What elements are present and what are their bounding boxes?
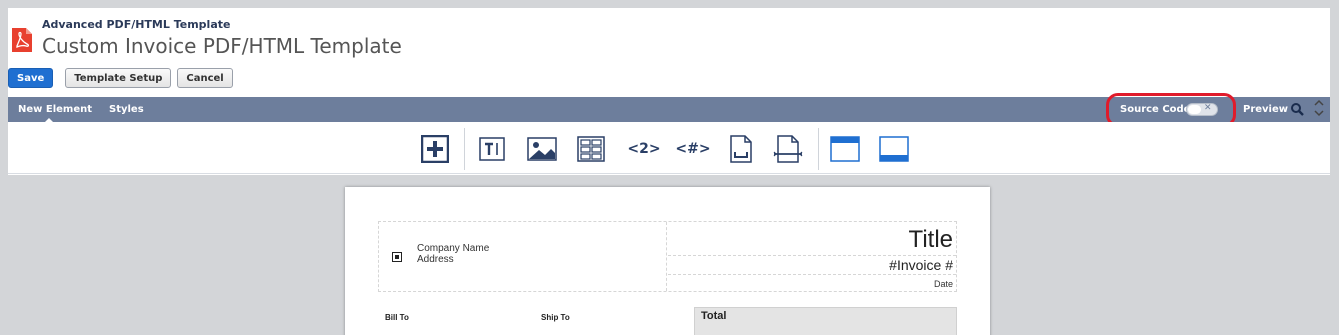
toolbar-separator — [818, 128, 819, 170]
magnifier-icon[interactable] — [1290, 102, 1304, 116]
table-icon[interactable] — [576, 134, 606, 164]
company-cell[interactable]: Company Name Address — [379, 222, 667, 291]
page-header: Advanced PDF/HTML Template Custom Invoic… — [8, 8, 1330, 96]
company-block: Company Name Address — [417, 243, 489, 265]
element-toolbar: <2> <#> — [8, 122, 1330, 174]
header-table[interactable]: Company Name Address Title #Invoice # Da… — [378, 221, 957, 292]
title-column: Title #Invoice # Date — [668, 222, 956, 291]
document-page[interactable]: Company Name Address Title #Invoice # Da… — [345, 187, 990, 335]
template-canvas: Company Name Address Title #Invoice # Da… — [8, 175, 1330, 335]
document-title[interactable]: Title — [668, 222, 956, 256]
chevron-up-down-icon[interactable] — [1314, 98, 1324, 118]
footer-layout-icon[interactable] — [879, 134, 909, 164]
add-element-icon[interactable] — [420, 134, 450, 164]
invoice-number[interactable]: #Invoice # — [668, 257, 956, 275]
text-block-icon[interactable] — [477, 134, 507, 164]
header-layout-icon[interactable] — [830, 134, 860, 164]
total-box[interactable]: Total — [694, 307, 957, 335]
logo-placeholder-icon[interactable] — [392, 252, 402, 262]
company-address: Address — [417, 254, 454, 265]
total-pages-icon[interactable]: <#> — [673, 134, 713, 164]
ship-to-label: Ship To — [541, 313, 570, 322]
tab-styles[interactable]: Styles — [109, 104, 144, 115]
action-buttons: Save Template Setup Cancel — [8, 68, 233, 88]
bill-to-label: Bill To — [385, 313, 409, 322]
page-break-icon[interactable] — [726, 134, 756, 164]
preview-label[interactable]: Preview — [1243, 104, 1288, 115]
total-label: Total — [701, 310, 727, 322]
invoice-date[interactable]: Date — [668, 276, 956, 292]
save-button[interactable]: Save — [8, 68, 54, 88]
nav-scroll-arrows[interactable] — [1314, 98, 1324, 120]
page-supertitle: Advanced PDF/HTML Template — [42, 18, 231, 31]
insert-page-icon[interactable] — [773, 134, 803, 164]
tab-new-element[interactable]: New Element — [18, 104, 92, 125]
page-title: Custom Invoice PDF/HTML Template — [42, 34, 402, 58]
page-number-icon[interactable]: <2> — [624, 134, 664, 164]
editor-window: Advanced PDF/HTML Template Custom Invoic… — [8, 8, 1330, 335]
toolbar-separator — [464, 128, 465, 170]
company-name: Company Name — [417, 243, 490, 254]
pdf-file-icon — [12, 28, 32, 52]
image-icon[interactable] — [527, 134, 557, 164]
cancel-button[interactable]: Cancel — [177, 68, 233, 88]
template-setup-button[interactable]: Template Setup — [65, 68, 172, 88]
